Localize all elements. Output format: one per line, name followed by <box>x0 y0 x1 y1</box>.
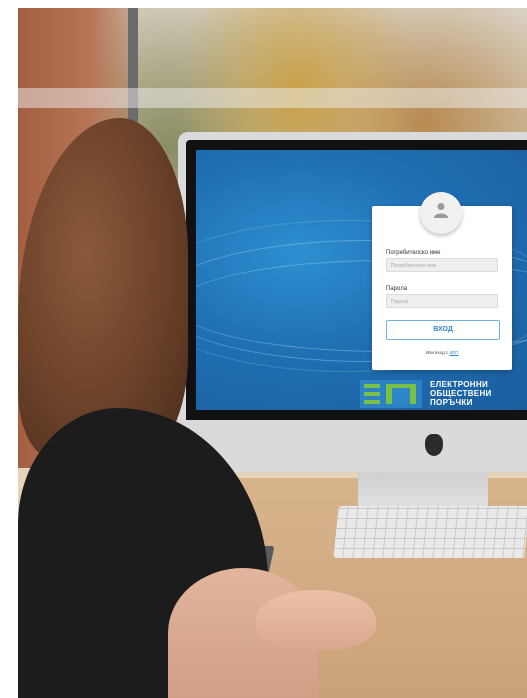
monitor: Потребителско име Потребителско име Паро… <box>178 132 527 472</box>
monitor-screen: Потребителско име Потребителско име Паро… <box>196 150 527 410</box>
photo: Потребителско име Потребителско име Паро… <box>18 8 527 698</box>
login-button[interactable]: ВХОД <box>386 320 500 340</box>
window-sill <box>18 88 527 108</box>
apple-logo-icon <box>425 434 443 456</box>
monitor-bezel: Потребителско име Потребителско име Паро… <box>186 140 527 420</box>
user-icon <box>434 203 448 218</box>
person-hand <box>256 590 376 650</box>
username-label: Потребителско име <box>386 250 441 256</box>
keyboard <box>333 506 527 558</box>
password-label: Парола <box>386 286 408 292</box>
avatar <box>420 192 462 234</box>
password-input[interactable]: Парола <box>386 294 498 308</box>
eid-login-row: Или вход с КЕП <box>372 350 512 355</box>
brand-line-3: ПОРЪЧКИ <box>430 398 473 407</box>
brand-line-2: ОБЩЕСТВЕНИ <box>430 389 492 398</box>
eid-text: Или вход с <box>425 350 449 355</box>
brand-logo-icon <box>360 380 422 408</box>
login-card: Потребителско име Потребителско име Паро… <box>372 192 512 370</box>
username-input[interactable]: Потребителско име <box>386 258 498 272</box>
brand-name: ЕЛЕКТРОННИ ОБЩЕСТВЕНИ ПОРЪЧКИ <box>430 380 492 407</box>
brand-line-1: ЕЛЕКТРОННИ <box>430 380 489 389</box>
eid-link[interactable]: КЕП <box>450 350 459 355</box>
